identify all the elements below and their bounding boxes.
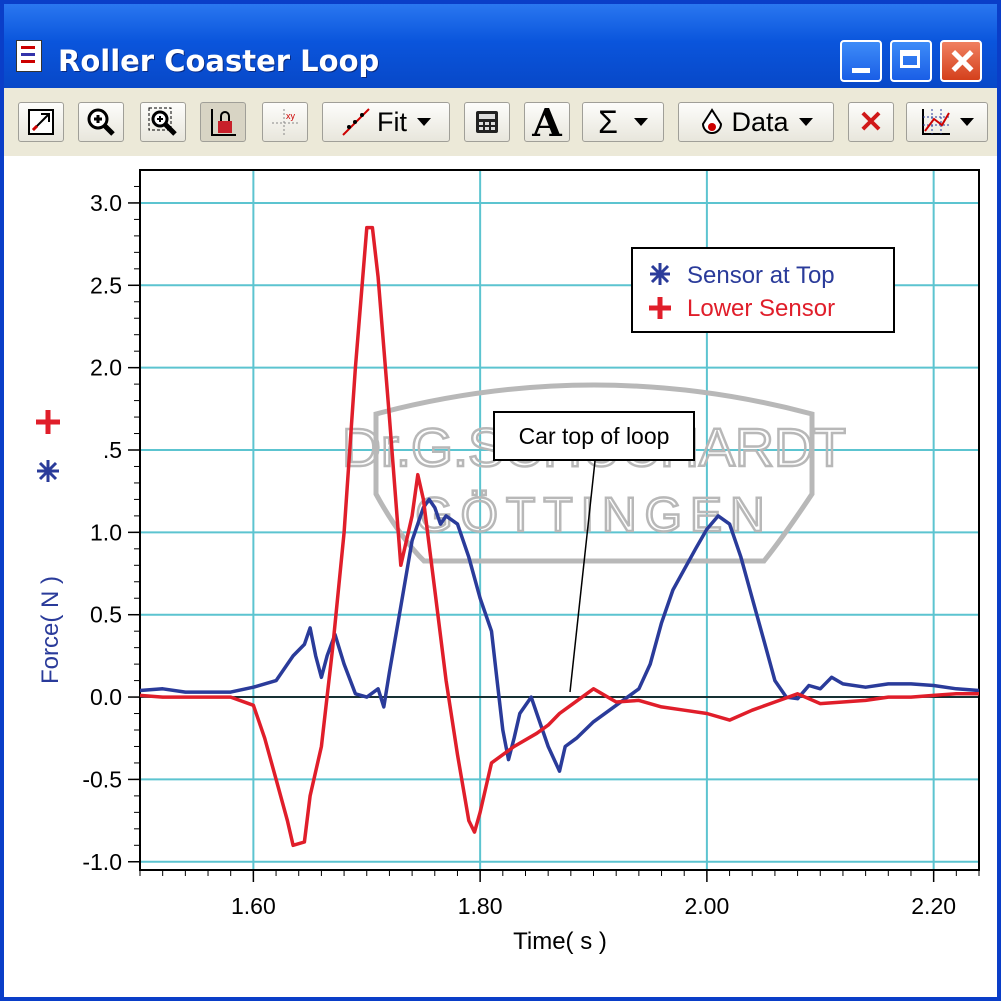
- minimize-button[interactable]: [840, 40, 882, 82]
- chevron-down-icon: [633, 118, 648, 126]
- curve-fit-icon: [342, 108, 370, 136]
- graph-panel[interactable]: Dr.G.SCHUCHARDT GÖTTINGEN 1.601.802.002.…: [4, 156, 997, 997]
- annotation-text: Car top of loop: [519, 423, 670, 449]
- chevron-down-icon: [960, 118, 974, 126]
- y-axis-cross-icon: [36, 410, 60, 434]
- sigma-icon: Σ: [598, 103, 618, 140]
- tangent-icon: xy: [272, 109, 298, 135]
- text-annotation-button[interactable]: A: [524, 100, 570, 145]
- y-tick-label: 2.5: [90, 272, 122, 298]
- zoom-box-button[interactable]: [140, 102, 186, 142]
- autoscale-button[interactable]: [18, 102, 64, 142]
- tangent-button[interactable]: xy: [262, 102, 308, 142]
- autoscale-icon: [28, 109, 54, 135]
- zoom-box-icon: [148, 107, 177, 136]
- y-tick-label: -0.5: [82, 766, 122, 792]
- x-tick-label: 1.80: [458, 893, 503, 919]
- y-tick-label: .5: [103, 437, 122, 463]
- data-dropdown[interactable]: Data: [678, 102, 834, 142]
- legend-label-lower: Lower Sensor: [687, 295, 835, 322]
- chevron-down-icon: [417, 118, 431, 126]
- maximize-button[interactable]: [890, 40, 932, 82]
- y-axis-title: Force( N ): [36, 410, 64, 684]
- graph-options-icon: [922, 109, 950, 135]
- examine-button[interactable]: [200, 102, 246, 142]
- app-window: Roller Coaster Loop xy Fit A Σ Data ✕ GÖ…: [0, 0, 1001, 1001]
- y-tick-label: -1.0: [82, 849, 122, 875]
- app-icon[interactable]: [16, 40, 42, 72]
- y-tick-label: 2.0: [90, 355, 122, 381]
- delete-button[interactable]: ✕: [848, 102, 894, 142]
- y-axis-label: Force( N ): [37, 576, 64, 684]
- fit-label: Fit: [377, 106, 407, 137]
- x-tick-label: 2.20: [911, 893, 956, 919]
- fit-dropdown[interactable]: Fit: [322, 102, 450, 142]
- calculator-button[interactable]: [464, 102, 510, 142]
- data-label: Data: [731, 106, 789, 137]
- y-tick-label: 1.0: [90, 519, 122, 545]
- legend-asterisk-icon: [650, 263, 670, 285]
- calculator-icon: [476, 111, 498, 133]
- statistics-dropdown[interactable]: Σ: [582, 102, 664, 142]
- x-tick-label: 1.60: [231, 893, 276, 919]
- zoom-in-icon: [87, 108, 115, 136]
- annotation[interactable]: Car top of loop: [493, 411, 695, 693]
- x-tick-label: 2.00: [685, 893, 730, 919]
- y-axis-asterisk-icon: [37, 460, 59, 482]
- examine-icon: [211, 109, 236, 136]
- zoom-in-button[interactable]: [78, 102, 124, 142]
- close-button[interactable]: [940, 40, 982, 82]
- y-tick-label: 3.0: [90, 190, 122, 216]
- x-axis-label: Time( s ): [513, 928, 607, 955]
- legend-label-top: Sensor at Top: [687, 262, 835, 289]
- chevron-down-icon: [798, 118, 813, 126]
- graph-options-dropdown[interactable]: [906, 102, 988, 142]
- toolbar: xy Fit A Σ Data ✕: [4, 90, 997, 156]
- y-tick-label: 0.0: [90, 684, 122, 710]
- legend[interactable]: Sensor at Top Lower Sensor: [631, 247, 895, 333]
- force-time-chart[interactable]: Dr.G.SCHUCHARDT GÖTTINGEN 1.601.802.002.…: [4, 156, 997, 978]
- title-bar[interactable]: Roller Coaster Loop: [4, 4, 997, 88]
- window-title: Roller Coaster Loop: [58, 44, 380, 78]
- svg-text:xy: xy: [286, 111, 296, 121]
- y-tick-label: 0.5: [90, 602, 122, 628]
- data-icon: [702, 108, 723, 134]
